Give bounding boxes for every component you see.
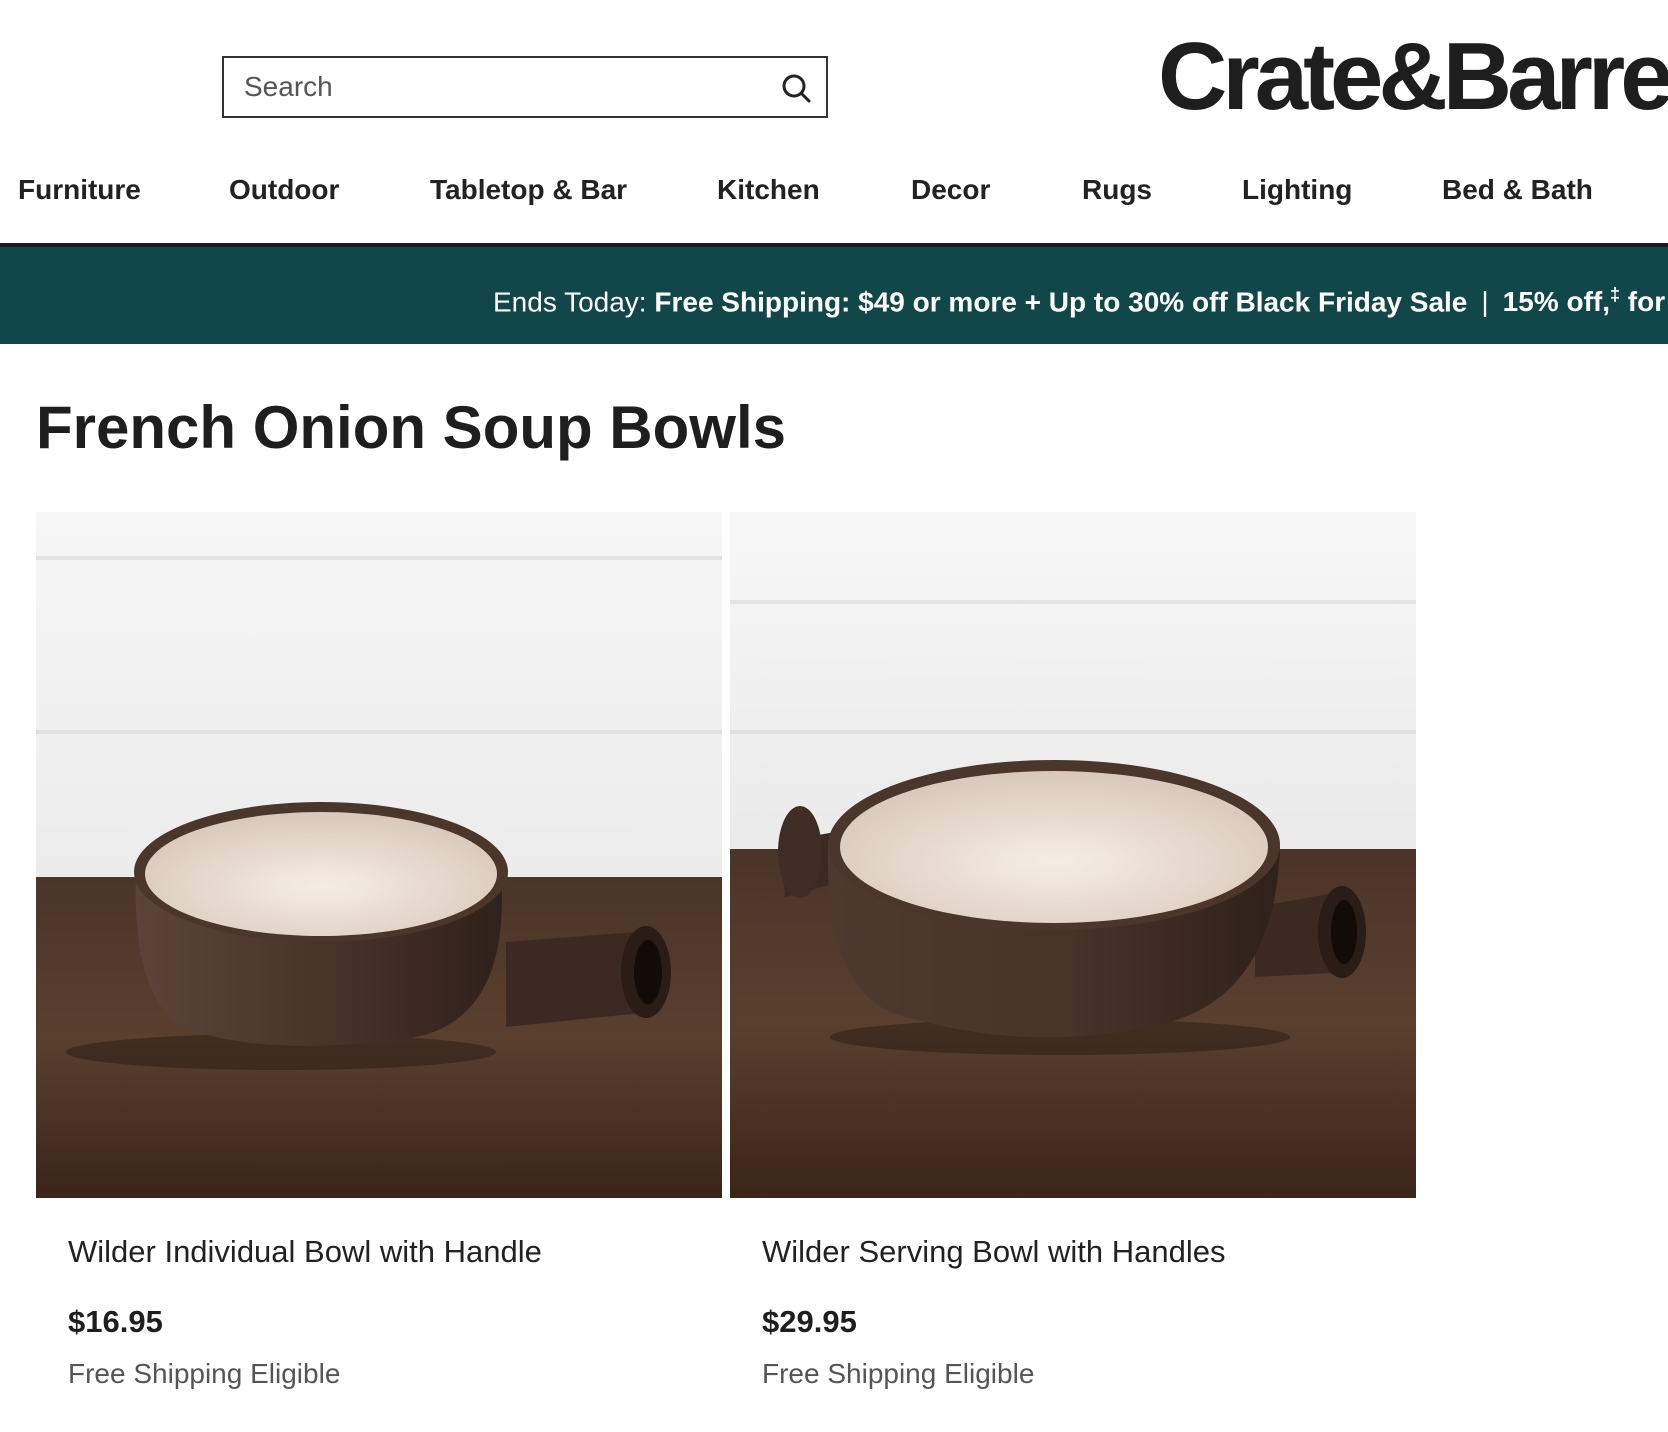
- bowl-with-handle-photo: [36, 512, 722, 1198]
- bowl-with-handles-photo: [730, 512, 1416, 1198]
- product-price: $16.95: [68, 1304, 163, 1339]
- promo-offer: Free Shipping: $49 or more + Up to 30% o…: [654, 286, 1468, 318]
- promo-offer-2: 15% off,‡ for: [1502, 285, 1666, 318]
- page-title: French Onion Soup Bowls: [36, 394, 786, 461]
- promo-banner[interactable]: Ends Today: Free Shipping: $49 or more +…: [0, 247, 1668, 344]
- nav-item-furniture[interactable]: Furniture: [18, 168, 141, 212]
- product-image[interactable]: [730, 512, 1416, 1198]
- search-box[interactable]: [222, 56, 828, 118]
- product-name[interactable]: Wilder Individual Bowl with Handle: [68, 1232, 542, 1272]
- shipping-eligibility: Free Shipping Eligible: [762, 1358, 1035, 1389]
- crate-and-barrel-logo[interactable]: Crate&Barre: [1158, 22, 1668, 132]
- main-nav: Furniture Outdoor Tabletop & Bar Kitchen…: [0, 168, 1668, 216]
- promo-lead: Ends Today:: [493, 286, 655, 318]
- promo-text[interactable]: Ends Today: Free Shipping: $49 or more +…: [493, 275, 1665, 322]
- product-price: $29.95: [762, 1304, 857, 1339]
- product-card: Wilder Serving Bowl with Handles $29.95 …: [730, 512, 1416, 1389]
- product-card: Wilder Individual Bowl with Handle $16.9…: [36, 512, 722, 1389]
- nav-item-tabletop-bar[interactable]: Tabletop & Bar: [430, 168, 627, 212]
- product-image[interactable]: [36, 512, 722, 1198]
- nav-item-lighting[interactable]: Lighting: [1242, 168, 1352, 212]
- nav-item-outdoor[interactable]: Outdoor: [229, 168, 339, 212]
- search-icon[interactable]: [780, 72, 812, 104]
- dagger-mark: ‡: [1610, 285, 1621, 305]
- promo-separator: |: [1481, 286, 1489, 318]
- product-name[interactable]: Wilder Serving Bowl with Handles: [762, 1232, 1225, 1272]
- nav-item-decor[interactable]: Decor: [911, 168, 990, 212]
- search-input[interactable]: [244, 58, 764, 116]
- shipping-eligibility: Free Shipping Eligible: [68, 1358, 341, 1389]
- nav-item-kitchen[interactable]: Kitchen: [717, 168, 820, 212]
- nav-item-rugs[interactable]: Rugs: [1082, 168, 1152, 212]
- nav-item-bed-bath[interactable]: Bed & Bath: [1442, 168, 1593, 212]
